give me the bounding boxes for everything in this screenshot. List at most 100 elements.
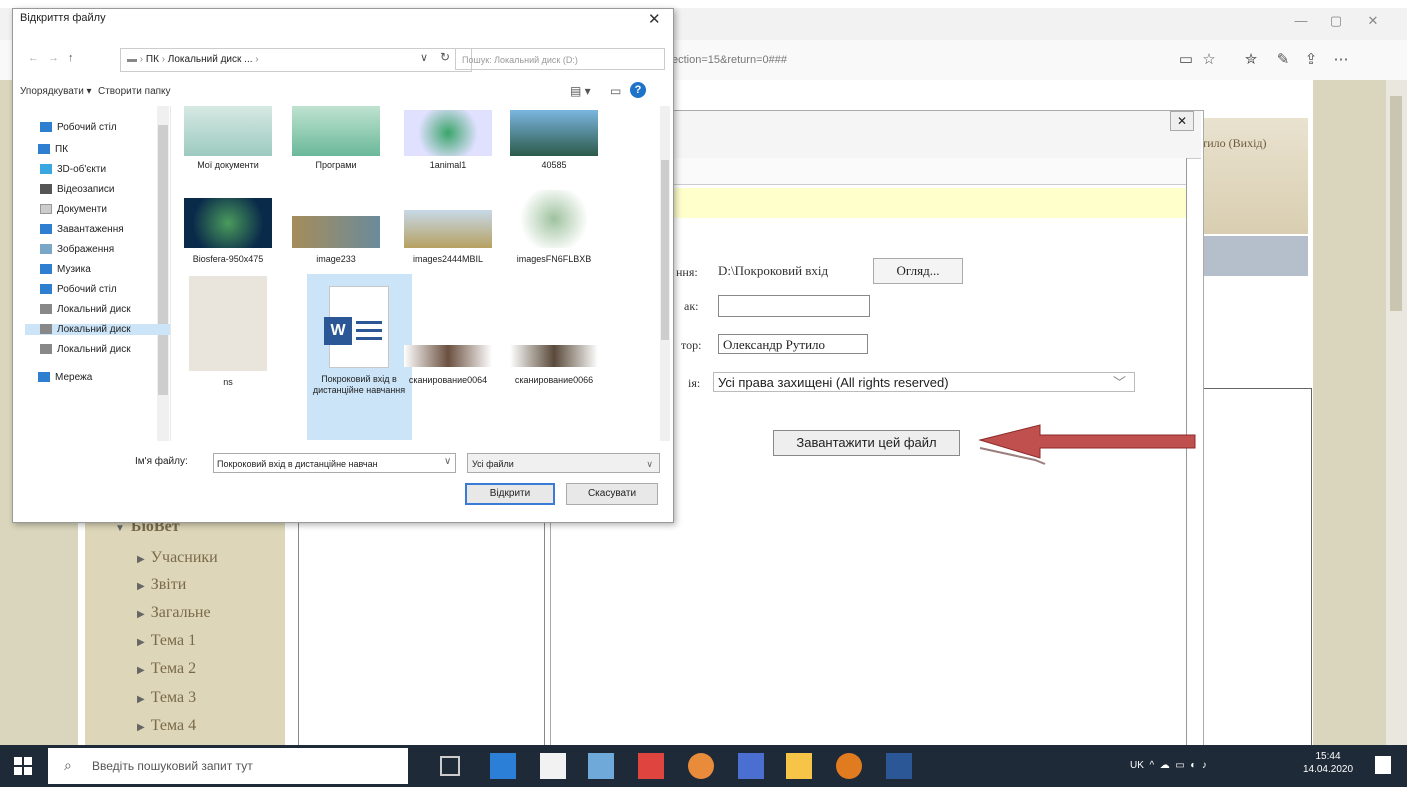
share-icon[interactable]: ⇪ bbox=[1300, 50, 1322, 70]
image-thumbnail-icon bbox=[189, 276, 267, 371]
nav-scrollbar-thumb[interactable] bbox=[158, 125, 168, 395]
tree-item-topic-4[interactable]: ▶ Тема 4 bbox=[137, 717, 196, 735]
more-icon[interactable]: ⋯ bbox=[1330, 50, 1352, 70]
filename-dropdown-icon[interactable]: ∨ bbox=[444, 456, 451, 467]
browse-button[interactable]: Огляд... bbox=[873, 258, 963, 284]
filetype-select[interactable]: Усі файли ∨ bbox=[467, 453, 660, 473]
clock[interactable]: 15:44 14.04.2020 bbox=[1300, 750, 1356, 776]
nav-item-desktop-2[interactable]: Робочий стіл bbox=[40, 284, 117, 295]
name-label: ак: bbox=[684, 299, 699, 313]
nav-item-pictures[interactable]: Зображення bbox=[40, 244, 114, 255]
nav-item-pc[interactable]: ПК bbox=[38, 144, 68, 155]
path-dropdown-icon[interactable]: ∨ bbox=[420, 51, 428, 64]
task-view-icon[interactable] bbox=[440, 756, 460, 776]
url-text[interactable]: ection=15&return=0### bbox=[672, 50, 1172, 70]
tree-item-topic-2[interactable]: ▶ Тема 2 bbox=[137, 660, 196, 678]
nav-item-local-disk-1[interactable]: Локальний диск bbox=[40, 304, 131, 315]
upload-file-button[interactable]: Завантажити цей файл bbox=[773, 430, 960, 456]
filename-input[interactable]: Покроковий вхід в дистанційне навчан bbox=[213, 453, 456, 473]
up-icon[interactable]: ↑ bbox=[68, 52, 74, 64]
cancel-button[interactable]: Скасувати bbox=[566, 483, 658, 505]
pc-icon: ▬ bbox=[127, 54, 137, 65]
user-logout-link[interactable]: утило (Вихід) bbox=[1196, 136, 1267, 151]
desktop-icon bbox=[40, 122, 52, 133]
caret-right-icon: ▶ bbox=[137, 637, 145, 648]
nav-item-local-disk-3[interactable]: Локальний диск bbox=[40, 344, 131, 355]
tree-item-general[interactable]: ▶ Загальне bbox=[137, 604, 211, 622]
file-item[interactable]: image233 bbox=[282, 216, 390, 264]
nav-item-desktop[interactable]: Робочий стіл bbox=[40, 122, 117, 133]
mail-icon[interactable] bbox=[738, 753, 764, 779]
license-select[interactable]: Усі права захищені (All rights reserved)… bbox=[713, 372, 1135, 392]
document-icon bbox=[40, 204, 52, 215]
system-tray[interactable]: UK ^ ☁ ▭ ◐ ♪ bbox=[1130, 760, 1207, 771]
open-button[interactable]: Відкрити bbox=[465, 483, 555, 505]
page-scrollbar-thumb[interactable] bbox=[1390, 96, 1402, 311]
help-icon[interactable]: ? bbox=[630, 82, 646, 98]
new-folder-button[interactable]: Створити папку bbox=[98, 86, 171, 97]
nav-item-music[interactable]: Музика bbox=[40, 264, 91, 275]
tree-item-reports[interactable]: ▶ Звіти bbox=[137, 576, 186, 594]
author-label: тор: bbox=[681, 338, 702, 352]
office-icon[interactable] bbox=[638, 753, 664, 779]
nav-item-3d[interactable]: 3D-об'єкти bbox=[40, 164, 106, 175]
maximize-icon[interactable]: ▢ bbox=[1325, 12, 1347, 30]
favorite-star-icon[interactable]: ☆ bbox=[1198, 50, 1220, 70]
windows-start-icon[interactable] bbox=[14, 757, 32, 775]
breadcrumb-drive[interactable]: Локальний диск ... bbox=[168, 54, 253, 65]
files-scrollbar-thumb[interactable] bbox=[661, 160, 669, 340]
dialog-nav-pane bbox=[13, 106, 171, 441]
file-item[interactable]: imagesFN6FLBXB bbox=[500, 190, 608, 264]
refresh-icon[interactable]: ↻ bbox=[440, 50, 450, 64]
license-label: ія: bbox=[688, 376, 701, 390]
file-item[interactable]: 40585 bbox=[500, 110, 608, 170]
file-item[interactable]: Biosfera-950x475 bbox=[174, 198, 282, 264]
paint-icon[interactable] bbox=[688, 753, 714, 779]
breadcrumb-pc[interactable]: ПК bbox=[146, 54, 159, 65]
file-item[interactable]: Програми bbox=[282, 106, 390, 170]
nav-item-downloads[interactable]: Завантаження bbox=[40, 224, 124, 235]
folder-icon[interactable] bbox=[786, 753, 812, 779]
file-path-value: D:\Покроковий вхід bbox=[718, 263, 829, 278]
nav-item-local-disk-2[interactable]: Локальний диск bbox=[25, 324, 170, 335]
explorer-icon[interactable] bbox=[588, 753, 614, 779]
save-as-input[interactable] bbox=[718, 295, 870, 317]
word-icon[interactable] bbox=[886, 753, 912, 779]
modal-close-button[interactable]: ✕ bbox=[1170, 111, 1194, 131]
favorites-list-icon[interactable]: ✮ bbox=[1240, 50, 1262, 70]
3d-objects-icon bbox=[40, 164, 52, 175]
firefox-icon[interactable] bbox=[836, 753, 862, 779]
download-icon bbox=[40, 224, 52, 235]
store-icon[interactable] bbox=[540, 753, 566, 779]
drive-icon bbox=[40, 324, 52, 335]
reader-view-icon[interactable]: ▭ bbox=[1175, 50, 1197, 70]
forward-icon[interactable]: → bbox=[48, 52, 59, 64]
nav-item-documents[interactable]: Документи bbox=[40, 204, 107, 215]
file-item[interactable]: сканирование0064 bbox=[394, 345, 502, 385]
nav-item-network[interactable]: Мережа bbox=[38, 372, 92, 383]
dialog-close-icon[interactable]: ✕ bbox=[648, 10, 661, 28]
notifications-icon[interactable] bbox=[1375, 756, 1391, 774]
file-item[interactable]: images2444MBIL bbox=[394, 210, 502, 264]
close-window-icon[interactable]: ✕ bbox=[1362, 12, 1384, 30]
minimize-icon[interactable]: — bbox=[1290, 12, 1312, 30]
edge-icon[interactable] bbox=[490, 753, 516, 779]
tree-item-topic-3[interactable]: ▶ Тема 3 bbox=[137, 689, 196, 707]
back-icon[interactable]: ← bbox=[28, 52, 39, 64]
organize-menu[interactable]: Упорядкувати ▾ bbox=[20, 86, 92, 97]
file-item[interactable]: сканирование0066 bbox=[500, 345, 608, 385]
language-indicator[interactable]: UK bbox=[1130, 760, 1144, 771]
file-item[interactable]: ns bbox=[174, 276, 282, 387]
annotation-arrow-right bbox=[978, 424, 1196, 465]
view-options-icon[interactable]: ▤ ▾ bbox=[570, 84, 591, 98]
file-item[interactable]: 1animal1 bbox=[394, 110, 502, 170]
author-input[interactable]: Олександр Рутило bbox=[718, 334, 868, 354]
pen-icon[interactable]: ✎ bbox=[1272, 50, 1294, 70]
nav-item-videos[interactable]: Відеозаписи bbox=[40, 184, 114, 195]
dialog-search-input[interactable]: Пошук: Локальний диск (D:) bbox=[455, 48, 665, 70]
tree-item-topic-1[interactable]: ▶ Тема 1 bbox=[137, 632, 196, 650]
file-item[interactable]: Мої документи bbox=[174, 106, 282, 170]
image-thumbnail-icon bbox=[184, 198, 272, 248]
tree-item-participants[interactable]: ▶ Учасники bbox=[137, 549, 218, 567]
preview-pane-icon[interactable]: ▭ bbox=[610, 84, 621, 98]
